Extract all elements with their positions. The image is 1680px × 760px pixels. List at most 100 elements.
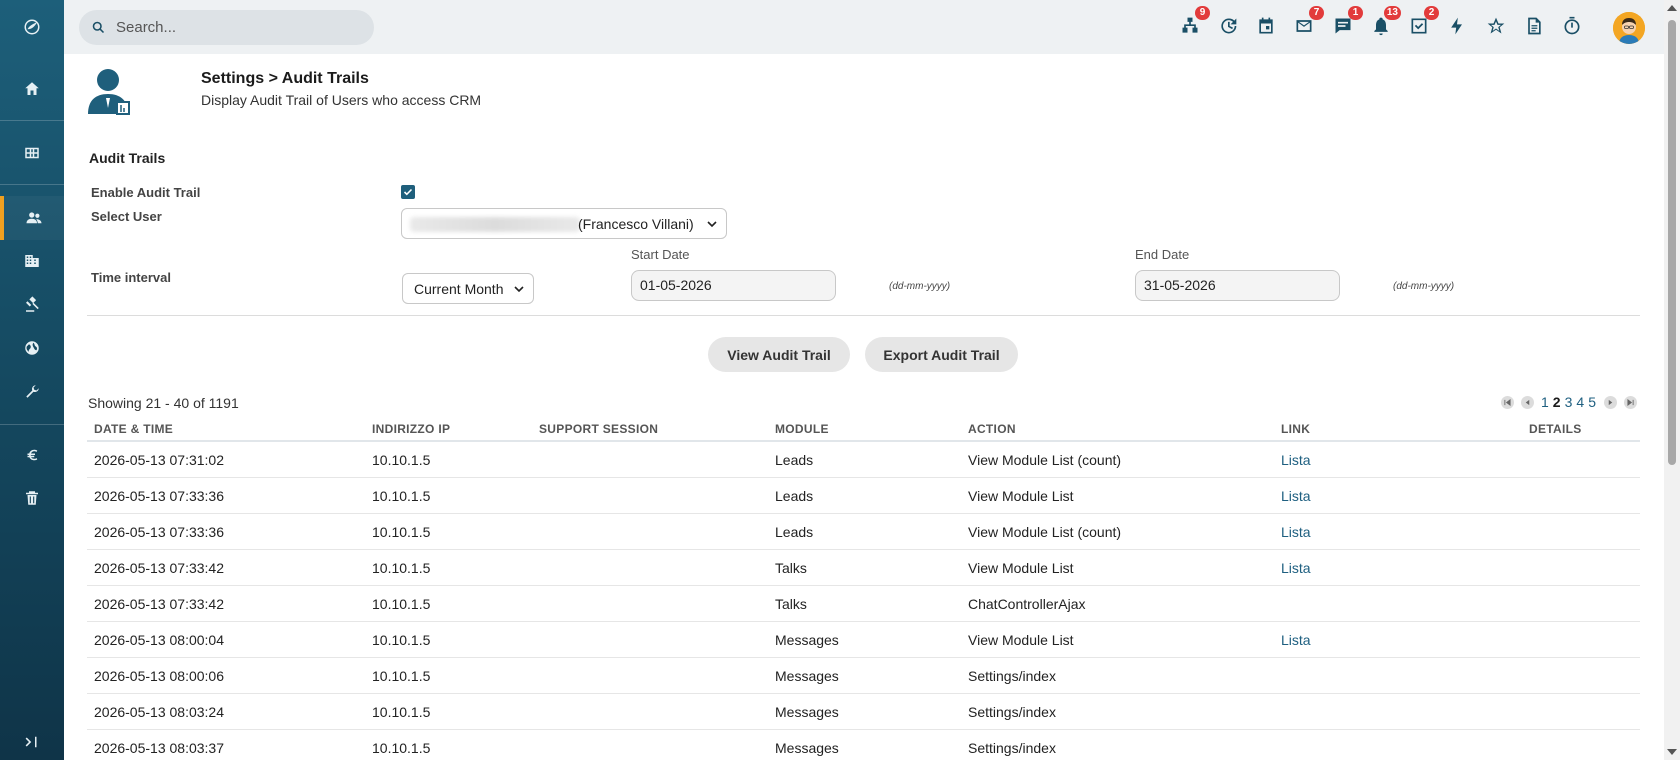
end-date-input[interactable]: 31-05-2026 bbox=[1135, 270, 1340, 301]
table-row[interactable]: 2026-05-13 08:00:04 10.10.1.5 Messages View… bbox=[87, 622, 1640, 658]
cell-action: ChatControllerAjax bbox=[968, 596, 1086, 612]
sidebar-item-users[interactable] bbox=[0, 196, 64, 240]
table-row[interactable]: 2026-05-13 08:00:06 10.10.1.5 Messages Sett… bbox=[87, 658, 1640, 694]
page-link[interactable]: 5 bbox=[1588, 394, 1596, 410]
col-details[interactable]: DETAILS bbox=[1529, 422, 1582, 436]
page-header-icon-wrap bbox=[86, 68, 134, 116]
table-row[interactable]: 2026-05-13 07:33:42 10.10.1.5 Talks ChatCon… bbox=[87, 586, 1640, 622]
cell-date: 2026-05-13 08:03:37 bbox=[94, 740, 224, 756]
sidebar-item-web[interactable] bbox=[0, 326, 64, 370]
grid-icon bbox=[25, 147, 39, 159]
col-link[interactable]: LINK bbox=[1281, 422, 1310, 436]
col-ip[interactable]: INDIRIZZO IP bbox=[372, 422, 450, 436]
top-bar: 9 7 1 13 2 bbox=[64, 0, 1664, 54]
first-page-button[interactable] bbox=[1501, 395, 1514, 409]
sidebar-item-trash[interactable] bbox=[0, 476, 64, 520]
cell-module: Messages bbox=[775, 668, 839, 684]
start-date-input[interactable]: 01-05-2026 bbox=[631, 270, 836, 301]
prev-page-button[interactable] bbox=[1521, 395, 1534, 409]
cell-ip: 10.10.1.5 bbox=[372, 704, 431, 720]
tasks-button[interactable]: 2 bbox=[1407, 6, 1439, 38]
page-link-current[interactable]: 2 bbox=[1553, 394, 1561, 410]
scroll-up-arrow[interactable] bbox=[1667, 5, 1677, 11]
page-link[interactable]: 1 bbox=[1541, 394, 1549, 410]
sidebar-item-tools[interactable] bbox=[0, 370, 64, 414]
enable-audit-checkbox[interactable] bbox=[401, 185, 415, 199]
cell-date: 2026-05-13 07:33:36 bbox=[94, 524, 224, 540]
table-row[interactable]: 2026-05-13 08:03:37 10.10.1.5 Messages Sett… bbox=[87, 730, 1640, 760]
col-action[interactable]: ACTION bbox=[968, 422, 1016, 436]
table-row[interactable]: 2026-05-13 07:33:42 10.10.1.5 Talks View Mo… bbox=[87, 550, 1640, 586]
redacted-username bbox=[410, 217, 580, 232]
page-link[interactable]: 3 bbox=[1565, 394, 1573, 410]
cell-link[interactable]: Lista bbox=[1281, 452, 1311, 468]
user-avatar[interactable] bbox=[1613, 12, 1645, 44]
cell-action: Settings/index bbox=[968, 668, 1056, 684]
cell-link[interactable]: Lista bbox=[1281, 488, 1311, 504]
table-body: 2026-05-13 07:31:02 10.10.1.5 Leads View Mo… bbox=[87, 442, 1640, 760]
user-select[interactable]: (Francesco Villani) bbox=[401, 208, 727, 239]
sidebar-item-home[interactable] bbox=[0, 67, 64, 111]
cell-module: Talks bbox=[775, 596, 807, 612]
mail-icon bbox=[1296, 20, 1312, 32]
sidebar bbox=[0, 0, 64, 760]
users-icon bbox=[26, 212, 42, 224]
chevron-down-icon bbox=[707, 221, 717, 228]
calendar-button[interactable] bbox=[1254, 14, 1278, 38]
col-date[interactable]: DATE & TIME bbox=[94, 422, 173, 436]
structure-button[interactable]: 9 bbox=[1178, 6, 1210, 38]
quick-actions-button[interactable] bbox=[1445, 14, 1469, 38]
sidebar-item-companies[interactable] bbox=[0, 239, 64, 283]
expand-icon bbox=[25, 736, 37, 748]
notification-badge: 7 bbox=[1309, 6, 1324, 20]
cell-link[interactable]: Lista bbox=[1281, 524, 1311, 540]
user-select-value: (Francesco Villani) bbox=[578, 216, 694, 232]
table-row[interactable]: 2026-05-13 07:33:36 10.10.1.5 Leads View Mo… bbox=[87, 514, 1640, 550]
next-page-icon bbox=[1608, 399, 1613, 405]
cell-date: 2026-05-13 07:33:42 bbox=[94, 596, 224, 612]
mail-button[interactable]: 7 bbox=[1292, 6, 1324, 38]
last-page-icon bbox=[1627, 398, 1634, 406]
euro-icon bbox=[27, 449, 38, 461]
sitemap-icon bbox=[1182, 17, 1198, 33]
next-page-button[interactable] bbox=[1603, 395, 1617, 409]
sidebar-item-finance[interactable] bbox=[0, 433, 64, 477]
cell-ip: 10.10.1.5 bbox=[372, 452, 431, 468]
last-page-button[interactable] bbox=[1623, 395, 1637, 409]
notifications-button[interactable]: 13 bbox=[1369, 6, 1401, 38]
cell-date: 2026-05-13 08:00:04 bbox=[94, 632, 224, 648]
start-date-format: (dd-mm-yyyy) bbox=[889, 281, 951, 292]
sidebar-item-grid[interactable] bbox=[0, 131, 64, 175]
favorites-button[interactable] bbox=[1484, 14, 1508, 38]
table-row[interactable]: 2026-05-13 08:03:24 10.10.1.5 Messages Sett… bbox=[87, 694, 1640, 730]
cell-link[interactable]: Lista bbox=[1281, 560, 1311, 576]
wrench-icon bbox=[26, 385, 39, 398]
start-date-label: Start Date bbox=[631, 247, 690, 262]
export-audit-trail-button[interactable]: Export Audit Trail bbox=[865, 337, 1018, 372]
table-row[interactable]: 2026-05-13 07:31:02 10.10.1.5 Leads View Mo… bbox=[87, 442, 1640, 478]
history-button[interactable] bbox=[1216, 14, 1240, 38]
cell-ip: 10.10.1.5 bbox=[372, 632, 431, 648]
col-module[interactable]: MODULE bbox=[775, 422, 829, 436]
scroll-down-arrow[interactable] bbox=[1667, 749, 1677, 755]
col-support[interactable]: SUPPORT SESSION bbox=[539, 422, 658, 436]
history-icon bbox=[1221, 18, 1237, 34]
search-input[interactable] bbox=[116, 19, 356, 36]
search-box[interactable] bbox=[79, 10, 374, 45]
page-link[interactable]: 4 bbox=[1576, 394, 1584, 410]
chat-button[interactable]: 1 bbox=[1331, 6, 1363, 38]
scroll-thumb[interactable] bbox=[1668, 20, 1676, 465]
app-logo[interactable] bbox=[0, 5, 64, 49]
select-user-label: Select User bbox=[91, 209, 162, 224]
page-subtitle: Display Audit Trail of Users who access … bbox=[201, 92, 482, 108]
timer-button[interactable] bbox=[1560, 14, 1584, 38]
page-scrollbar[interactable] bbox=[1664, 0, 1680, 760]
cell-link[interactable]: Lista bbox=[1281, 632, 1311, 648]
table-row[interactable]: 2026-05-13 07:33:36 10.10.1.5 Leads View Mo… bbox=[87, 478, 1640, 514]
documents-button[interactable] bbox=[1522, 14, 1546, 38]
prev-page-icon bbox=[1525, 399, 1530, 405]
sidebar-item-legal[interactable] bbox=[0, 283, 64, 327]
sidebar-expand-button[interactable] bbox=[0, 720, 64, 760]
time-interval-select[interactable]: Current Month bbox=[402, 273, 534, 304]
view-audit-trail-button[interactable]: View Audit Trail bbox=[708, 337, 850, 372]
